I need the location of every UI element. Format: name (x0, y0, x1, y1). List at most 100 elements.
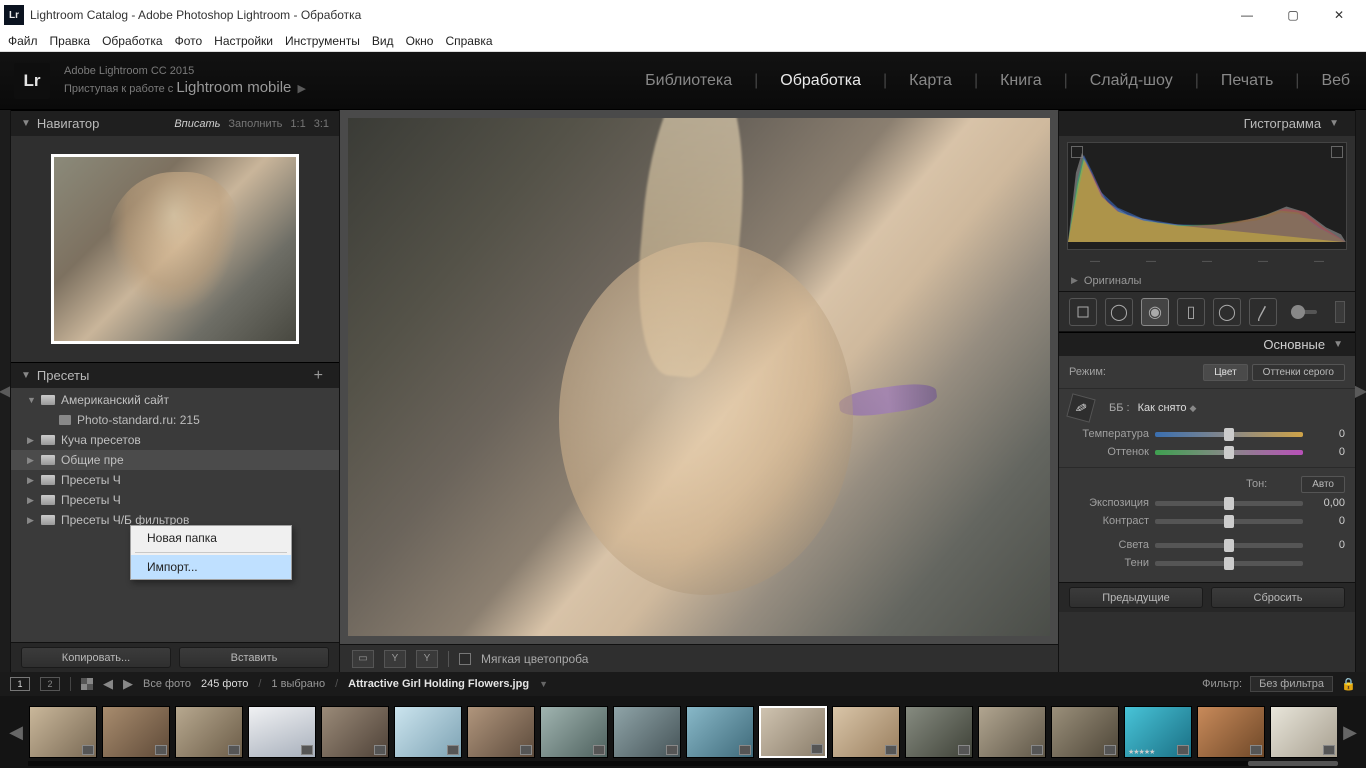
eyedropper-icon[interactable]: ✎ (1066, 393, 1095, 422)
exposure-slider[interactable] (1155, 501, 1303, 506)
module-3[interactable]: Книга (998, 68, 1043, 94)
basic-header[interactable]: Основные▼ (1059, 332, 1355, 356)
menu-инструменты[interactable]: Инструменты (285, 34, 360, 48)
crop-tool-icon[interactable] (1069, 298, 1097, 326)
secondary-display-icon[interactable]: 2 (40, 677, 60, 691)
left-panel-collapse[interactable]: ◀ (0, 110, 10, 672)
shadows-slider[interactable] (1155, 561, 1303, 566)
nav-zoom-Вписать[interactable]: Вписать (174, 118, 220, 130)
before-after-y-icon[interactable]: Y (384, 650, 406, 668)
module-1[interactable]: Обработка (778, 68, 863, 94)
nav-zoom-Заполнить[interactable]: Заполнить (228, 118, 282, 130)
window-minimize[interactable]: — (1224, 0, 1270, 30)
ctx-item-1[interactable]: Импорт... (131, 555, 291, 579)
filmstrip-scrollbar[interactable] (28, 761, 1338, 766)
preset-item-3[interactable]: ▶Общие пре (11, 450, 339, 470)
canvas-area[interactable] (340, 110, 1058, 644)
menu-правка[interactable]: Правка (50, 34, 91, 48)
copy-button[interactable]: Копировать... (21, 647, 171, 668)
menu-фото[interactable]: Фото (175, 34, 203, 48)
module-5[interactable]: Печать (1219, 68, 1275, 94)
ctx-item-0[interactable]: Новая папка (131, 526, 291, 550)
previous-button[interactable]: Предыдущие (1069, 587, 1203, 608)
spot-tool-icon[interactable]: ◯ (1105, 298, 1133, 326)
temperature-slider[interactable] (1155, 432, 1303, 437)
right-panel-collapse[interactable]: ▶ (1356, 110, 1366, 672)
menu-обработка[interactable]: Обработка (102, 34, 163, 48)
histogram-header[interactable]: Гистограмма ▼ (1059, 110, 1355, 136)
preset-item-1[interactable]: Photo-standard.ru: 215 (11, 410, 339, 430)
redeye-tool-icon[interactable]: ◉ (1141, 298, 1169, 326)
brush-tool-icon[interactable]: 〳 (1249, 298, 1277, 326)
thumb-15[interactable]: ★★★★★ (1124, 706, 1192, 758)
thumb-9[interactable] (686, 706, 754, 758)
tint-slider[interactable] (1155, 450, 1303, 455)
menu-файл[interactable]: Файл (8, 34, 38, 48)
menu-справка[interactable]: Справка (445, 34, 492, 48)
tone-auto-button[interactable]: Авто (1301, 476, 1345, 493)
treatment-color[interactable]: Цвет (1203, 364, 1247, 381)
wb-dropdown[interactable]: Как снято◆ (1138, 402, 1197, 414)
thumb-13[interactable] (978, 706, 1046, 758)
menu-окно[interactable]: Окно (406, 34, 434, 48)
preset-item-4[interactable]: ▶Пресеты Ч (11, 470, 339, 490)
exposure-value[interactable]: 0,00 (1309, 497, 1345, 509)
nav-zoom-3:1[interactable]: 3:1 (314, 118, 329, 130)
window-close[interactable]: ✕ (1316, 0, 1362, 30)
radial-tool-icon[interactable]: ◯ (1213, 298, 1241, 326)
thumb-10[interactable] (759, 706, 827, 758)
softproof-checkbox[interactable] (459, 653, 471, 665)
menu-вид[interactable]: Вид (372, 34, 394, 48)
panel-switch[interactable] (1335, 301, 1345, 323)
histogram[interactable] (1067, 142, 1347, 250)
thumb-8[interactable] (613, 706, 681, 758)
preset-item-2[interactable]: ▶Куча пресетов (11, 430, 339, 450)
temperature-value[interactable]: 0 (1309, 428, 1345, 440)
thumb-4[interactable] (321, 706, 389, 758)
brand-line2[interactable]: Приступая к работе с Lightroom mobile ▶ (64, 78, 306, 98)
thumb-12[interactable] (905, 706, 973, 758)
contrast-slider[interactable] (1155, 519, 1303, 524)
navigator-preview[interactable] (11, 136, 339, 362)
presets-header[interactable]: ▼ Пресеты + (11, 362, 339, 388)
reset-button[interactable]: Сбросить (1211, 587, 1345, 608)
thumb-16[interactable] (1197, 706, 1265, 758)
gradient-tool-icon[interactable]: ▯ (1177, 298, 1205, 326)
thumb-2[interactable] (175, 706, 243, 758)
highlights-slider[interactable] (1155, 543, 1303, 548)
source-label[interactable]: Все фото (143, 678, 191, 690)
contrast-value[interactable]: 0 (1309, 515, 1345, 527)
filmstrip-scroll-right[interactable]: ▶ (1342, 722, 1358, 743)
tint-value[interactable]: 0 (1309, 446, 1345, 458)
treatment-gray[interactable]: Оттенки серого (1252, 364, 1345, 381)
thumb-11[interactable] (832, 706, 900, 758)
thumb-3[interactable] (248, 706, 316, 758)
thumb-14[interactable] (1051, 706, 1119, 758)
primary-display-icon[interactable]: 1 (10, 677, 30, 691)
filter-lock-icon[interactable]: 🔒 (1341, 677, 1356, 691)
thumb-7[interactable] (540, 706, 608, 758)
window-maximize[interactable]: ▢ (1270, 0, 1316, 30)
module-2[interactable]: Карта (907, 68, 954, 94)
preset-item-0[interactable]: ▼Американский сайт (11, 390, 339, 410)
nav-back-icon[interactable]: ◀ (103, 676, 113, 692)
module-4[interactable]: Слайд-шоу (1088, 68, 1175, 94)
tool-slider[interactable] (1291, 310, 1317, 314)
thumb-6[interactable] (467, 706, 535, 758)
filmstrip-scroll-left[interactable]: ◀ (8, 722, 24, 743)
paste-button[interactable]: Вставить (179, 647, 329, 668)
module-6[interactable]: Веб (1319, 68, 1352, 94)
filter-dropdown[interactable]: Без фильтра (1250, 676, 1333, 692)
preset-item-5[interactable]: ▶Пресеты Ч (11, 490, 339, 510)
loupe-view-icon[interactable]: ▭ (352, 650, 374, 668)
nav-fwd-icon[interactable]: ▶ (123, 676, 133, 692)
nav-zoom-1:1[interactable]: 1:1 (290, 118, 305, 130)
add-preset-icon[interactable]: + (314, 367, 323, 385)
thumb-5[interactable] (394, 706, 462, 758)
thumb-0[interactable] (29, 706, 97, 758)
menu-настройки[interactable]: Настройки (214, 34, 273, 48)
before-after-yy-icon[interactable]: Y (416, 650, 438, 668)
thumb-1[interactable] (102, 706, 170, 758)
originals-row[interactable]: ▶Оригиналы (1059, 270, 1355, 292)
thumb-17[interactable] (1270, 706, 1337, 758)
